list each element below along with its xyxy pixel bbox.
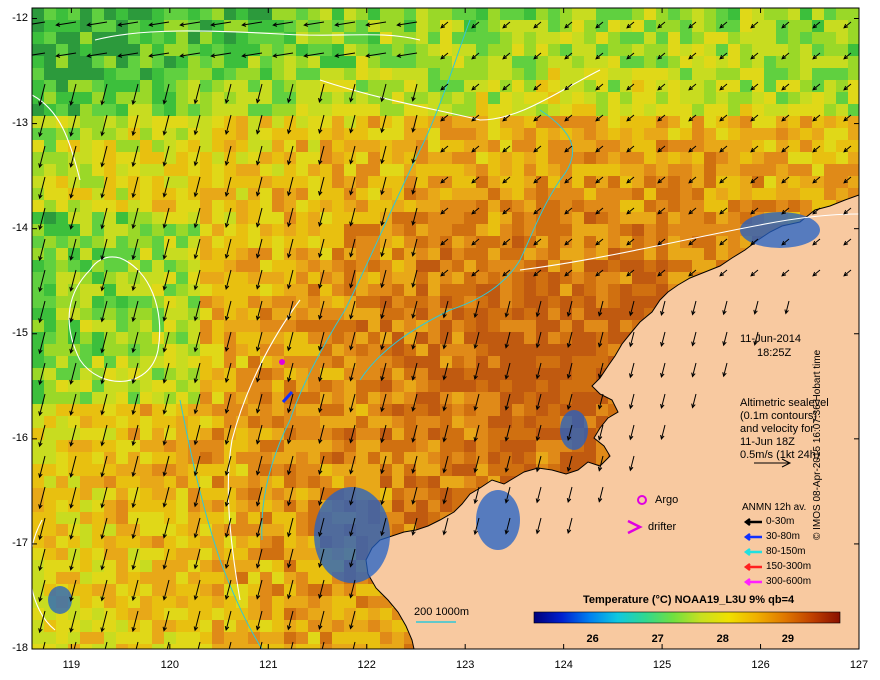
altimetry-line: 0.5m/s (1kt 24h) xyxy=(740,449,820,461)
colorbar-tick-label: 27 xyxy=(651,633,664,645)
altimetry-line: 11-Jun 18Z xyxy=(740,436,795,448)
argo-label: Argo xyxy=(655,494,679,506)
lon-tick-label: 125 xyxy=(652,659,672,671)
anmn-item-3: 150-300m xyxy=(766,561,812,572)
anmn-item-1: 30-80m xyxy=(766,531,800,542)
colorbar-gradient xyxy=(533,611,841,624)
cold-water-patch xyxy=(48,586,72,614)
lon-tick-label: 122 xyxy=(357,659,376,671)
date-label: 11-Jun-2014 xyxy=(740,333,801,345)
lat-tick-label: -14 xyxy=(12,221,28,234)
lon-tick-label: 126 xyxy=(751,659,770,671)
lon-tick-label: 127 xyxy=(849,659,869,671)
lon-tick-label: 119 xyxy=(62,659,81,671)
altimetry-line: (0.1m contours) xyxy=(740,410,818,422)
isobath-label: 200 1000m xyxy=(414,606,470,618)
lat-tick-label: -15 xyxy=(12,326,28,339)
cold-water-patch xyxy=(314,487,390,583)
lon-tick-label: 123 xyxy=(456,659,475,671)
cold-water-patch xyxy=(560,410,588,450)
lat-tick-label: -12 xyxy=(12,11,28,24)
anmn-item-4: 300-600m xyxy=(766,576,812,587)
colorbar-title: Temperature (°C) NOAA19_L3U 9% qb=4 xyxy=(583,594,795,606)
altimetry-line: and velocity for xyxy=(740,423,814,435)
imos-credit: © IMOS 08-Apr-2015 16:07:36 Hobart time xyxy=(812,349,823,540)
anmn-item-2: 80-150m xyxy=(766,546,806,557)
colorbar-tick-label: 26 xyxy=(586,633,599,645)
lon-tick-label: 121 xyxy=(259,659,278,671)
cold-water-patch xyxy=(476,490,520,550)
lat-tick-label: -13 xyxy=(12,116,28,129)
anmn-item-0: 0-30m xyxy=(766,516,795,527)
colorbar-tick-label: 29 xyxy=(781,633,795,645)
lat-tick-label: -17 xyxy=(12,536,28,549)
colorbar-tick-label: 28 xyxy=(716,633,729,645)
drifter-label: drifter xyxy=(648,521,677,533)
lat-tick-label: -18 xyxy=(12,642,28,654)
lon-tick-label: 120 xyxy=(160,659,179,671)
anmn-title: ANMN 12h av. xyxy=(742,502,807,513)
drifter-track-point xyxy=(279,359,285,365)
lat-tick-label: -16 xyxy=(12,431,28,444)
lon-tick-label: 124 xyxy=(554,659,573,671)
time-label: 18:25Z xyxy=(757,347,792,359)
